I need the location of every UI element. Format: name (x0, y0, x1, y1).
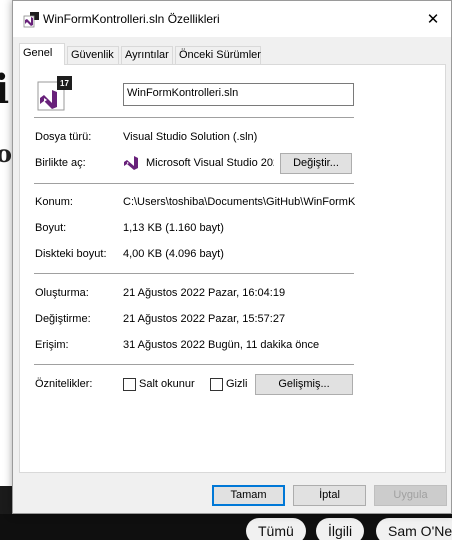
opens-with-label: Birlikte aç: (35, 157, 86, 169)
close-button[interactable]: ✕ (415, 1, 451, 37)
tab-security[interactable]: Güvenlik (67, 46, 119, 65)
size-value: 1,13 KB (1.160 bayt) (123, 222, 224, 234)
background-page-glyph: i (0, 66, 10, 113)
location-value: C:\Users\toshiba\Documents\GitHub\WinFor… (123, 196, 355, 208)
modified-value: 21 Ağustos 2022 Pazar, 15:57:27 (123, 313, 286, 325)
visual-studio-solution-icon: 17 (37, 76, 72, 111)
tab-previous-versions[interactable]: Önceki Sürümler (175, 46, 261, 65)
file-name-field[interactable]: WinFormKontrolleri.sln (123, 83, 354, 106)
close-icon: ✕ (426, 11, 440, 28)
opens-with-value: Microsoft Visual Studio 2022 (146, 157, 274, 169)
chip-all[interactable]: Tümü (246, 518, 306, 540)
change-button[interactable]: Değiştir... (280, 153, 352, 174)
chip-channel[interactable]: Sam O'Ne (376, 518, 452, 540)
created-value: 21 Ağustos 2022 Pazar, 16:04:19 (123, 287, 286, 299)
location-label: Konum: (35, 196, 73, 208)
accessed-label: Erişim: (35, 339, 69, 351)
cancel-button[interactable]: İptal (293, 485, 366, 506)
chip-related[interactable]: İlgili (316, 518, 365, 540)
general-tab-panel: 17 WinFormKontrolleri.sln Dosya türü: Vi… (19, 64, 446, 473)
tab-details[interactable]: Ayrıntılar (121, 46, 173, 65)
separator (34, 183, 354, 184)
attributes-label: Öznitelikler: (35, 378, 93, 390)
disk-size-value: 4,00 KB (4.096 bayt) (123, 248, 224, 260)
created-label: Oluşturma: (35, 287, 89, 299)
readonly-label[interactable]: Salt okunur (139, 378, 195, 390)
advanced-button[interactable]: Gelişmiş... (255, 374, 353, 395)
accessed-value: 31 Ağustos 2022 Bugün, 11 dakika önce (123, 339, 320, 351)
separator (34, 364, 354, 365)
tab-general[interactable]: Genel (19, 43, 65, 65)
readonly-checkbox[interactable] (123, 378, 136, 391)
dialog-title: WinFormKontrolleri.sln Özellikleri (43, 12, 220, 26)
properties-dialog: WinFormKontrolleri.sln Özellikleri ✕ Gen… (12, 0, 452, 514)
background-page-glyph-small: o (0, 139, 13, 168)
separator (34, 117, 354, 118)
size-label: Boyut: (35, 222, 67, 234)
file-type-label: Dosya türü: (35, 131, 92, 143)
file-type-value: Visual Studio Solution (.sln) (123, 131, 258, 143)
apply-button[interactable]: Uygula (374, 485, 447, 506)
version-badge: 17 (60, 79, 69, 88)
separator (34, 273, 354, 274)
ok-button[interactable]: Tamam (212, 485, 285, 506)
hidden-checkbox[interactable] (210, 378, 223, 391)
visual-studio-icon (124, 156, 138, 170)
solution-file-icon (23, 12, 39, 28)
title-bar: WinFormKontrolleri.sln Özellikleri ✕ (13, 1, 451, 37)
hidden-label[interactable]: Gizli (226, 378, 247, 390)
disk-size-label: Diskteki boyut: (35, 248, 107, 260)
modified-label: Değiştirme: (35, 313, 91, 325)
